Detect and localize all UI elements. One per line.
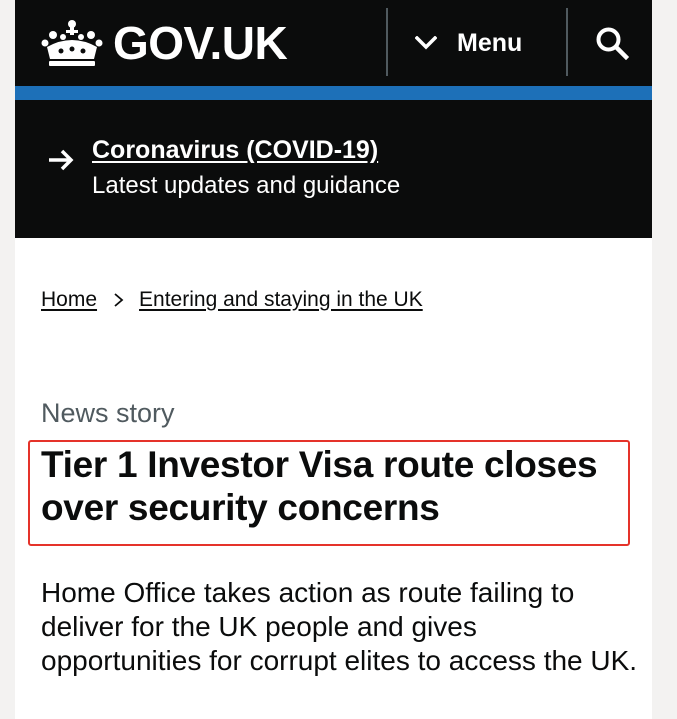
- page-title: Tier 1 Investor Visa route closes over s…: [41, 444, 598, 528]
- govuk-logo-link[interactable]: GOV.UK: [41, 14, 288, 72]
- logo-text: GOV.UK: [113, 17, 288, 69]
- header-divider: [566, 8, 568, 76]
- covid-link[interactable]: Coronavirus (COVID-19): [92, 136, 378, 165]
- menu-label: Menu: [457, 28, 523, 57]
- covid-subtext: Latest updates and guidance: [92, 172, 401, 199]
- breadcrumb-entering-staying[interactable]: Entering and staying in the UK: [139, 288, 423, 312]
- search-icon: [596, 27, 629, 60]
- chevron-down-icon: [415, 36, 437, 50]
- search-button[interactable]: [587, 20, 637, 66]
- crown-icon: [41, 20, 103, 66]
- chevron-right-icon: [114, 293, 124, 307]
- article-caption: News story: [41, 398, 175, 428]
- breadcrumb: Home Entering and staying in the UK: [41, 288, 423, 312]
- menu-button[interactable]: Menu: [415, 22, 565, 64]
- header-divider: [386, 8, 388, 76]
- page: GOV.UK Menu Coronavirus (COVID-19) Lates…: [15, 0, 652, 719]
- arrow-right-icon: [49, 149, 74, 171]
- site-header: GOV.UK Menu: [15, 0, 652, 86]
- covid-banner: Coronavirus (COVID-19) Latest updates an…: [15, 100, 652, 238]
- breadcrumb-home[interactable]: Home: [41, 288, 97, 312]
- lead-paragraph: Home Office takes action as route failin…: [41, 577, 638, 676]
- accent-bar: [15, 86, 652, 100]
